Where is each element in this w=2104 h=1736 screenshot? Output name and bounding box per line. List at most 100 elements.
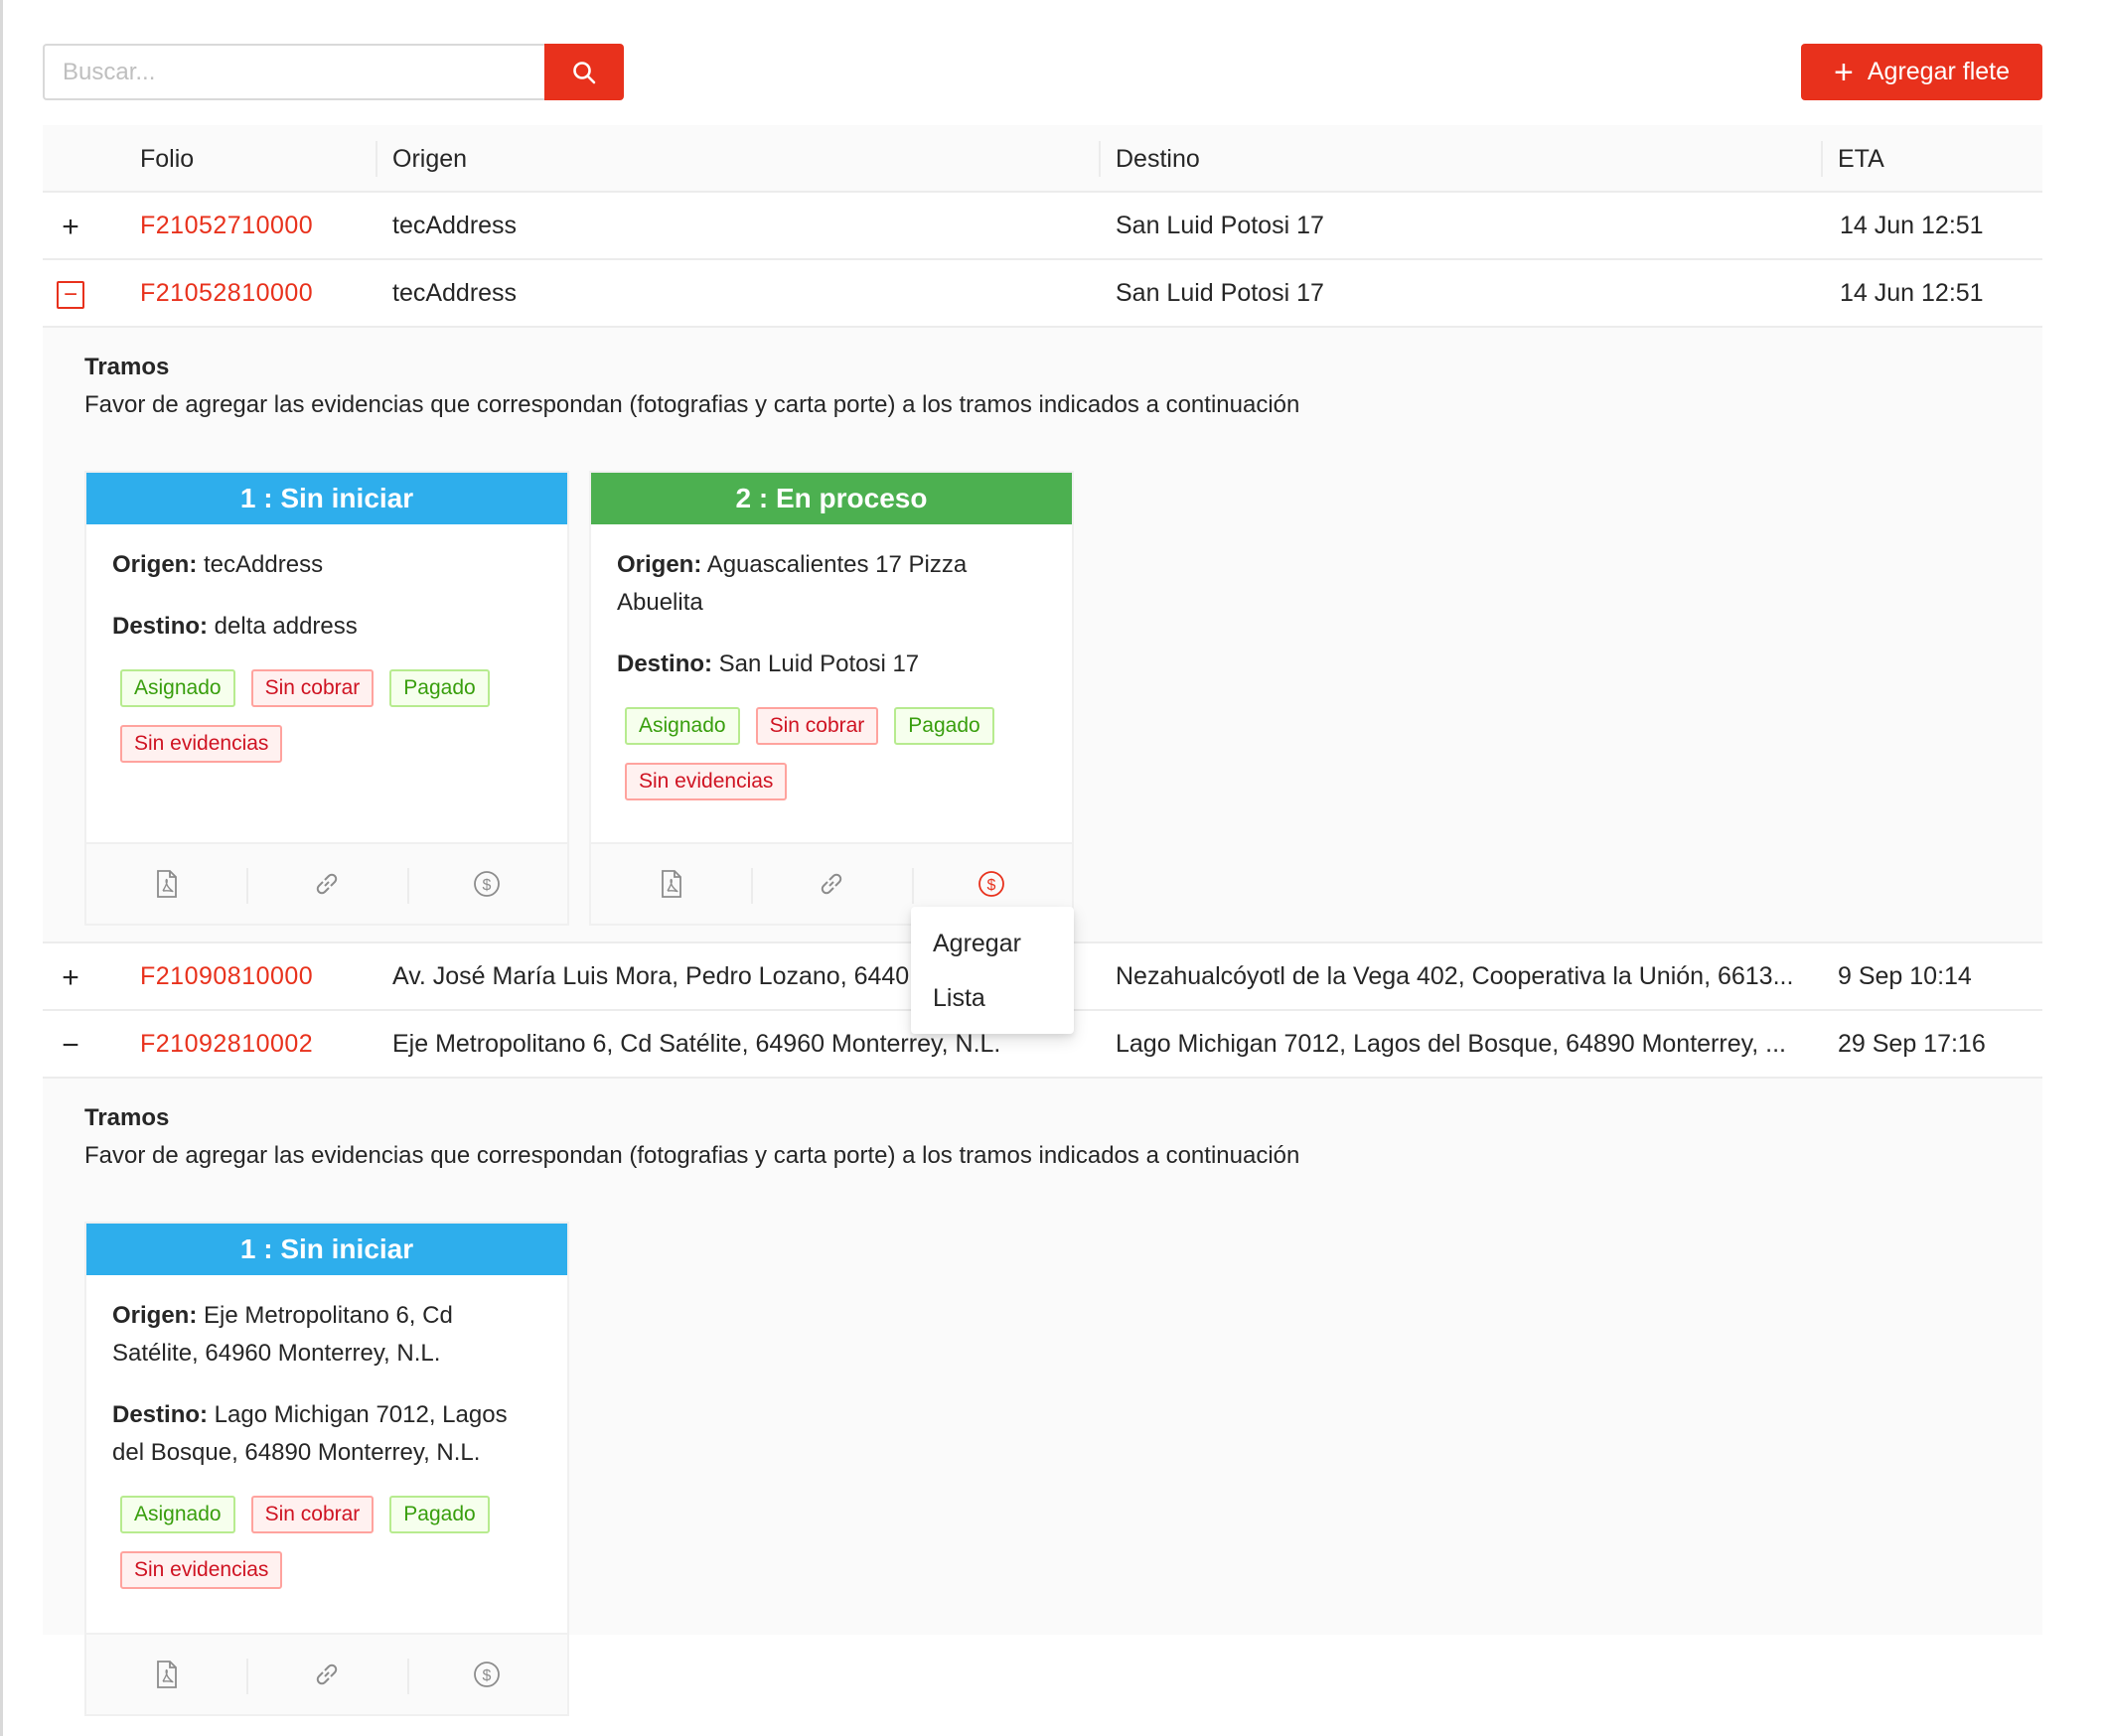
toolbar: + Agregar flete — [43, 44, 2042, 100]
destino-cell: San Luid Potosi 17 — [1116, 278, 1324, 307]
add-freight-label: Agregar flete — [1867, 58, 2010, 85]
tramo-destino: Destino: delta address — [112, 608, 541, 646]
pdf-file-icon — [156, 1661, 177, 1688]
origen-label: Origen: — [112, 1302, 198, 1329]
expanded-row-tramos: Tramos Favor de agregar las evidencias q… — [43, 328, 2042, 943]
payment-action[interactable]: $ — [406, 1635, 567, 1714]
destino-label: Destino: — [112, 1401, 208, 1428]
tramo-status-header: 2 : En proceso — [591, 473, 1072, 524]
column-header-eta[interactable]: ETA — [1838, 125, 1884, 193]
tramo-destino: Destino: Lago Michigan 7012, Lagos del B… — [112, 1396, 541, 1472]
tramos-title: Tramos — [84, 354, 170, 380]
table-row[interactable]: − F21052810000 tecAddress San Luid Potos… — [43, 260, 2042, 328]
column-divider — [1821, 141, 1823, 177]
origen-cell: tecAddress — [392, 278, 518, 307]
menu-item-agregar[interactable]: Agregar — [911, 917, 1074, 971]
link-action[interactable] — [751, 844, 911, 924]
tramo-status-header: 1 : Sin iniciar — [86, 1224, 567, 1275]
tramo-card: 1 : Sin iniciar Origen: tecAddress Desti… — [84, 471, 569, 926]
origen-label: Origen: — [112, 551, 198, 578]
tramo-card-body: Origen: Eje Metropolitano 6, Cd Satélite… — [86, 1275, 567, 1589]
status-tags: Asignado Sin cobrar Pagado Sin evidencia… — [112, 669, 541, 763]
eta-cell: 14 Jun 12:51 — [1840, 278, 1984, 307]
pdf-action[interactable] — [86, 844, 246, 924]
status-tags: Asignado Sin cobrar Pagado Sin evidencia… — [112, 1496, 541, 1589]
tag-sin-evidencias: Sin evidencias — [120, 725, 283, 763]
search-icon — [573, 61, 596, 83]
expanded-row-tramos: Tramos Favor de agregar las evidencias q… — [43, 1079, 2042, 1716]
tramo-origen: Origen: tecAddress — [112, 546, 541, 584]
tramos-description: Favor de agregar las evidencias que corr… — [84, 391, 1300, 418]
status-tags: Asignado Sin cobrar Pagado Sin evidencia… — [617, 707, 1046, 800]
tag-sin-cobrar: Sin cobrar — [250, 1496, 375, 1533]
folio-link[interactable]: F21052810000 — [140, 260, 369, 326]
svg-text:$: $ — [483, 877, 492, 894]
add-freight-button[interactable]: + Agregar flete — [1801, 44, 2042, 100]
origen-label: Origen: — [617, 551, 702, 578]
dollar-circle-icon: $ — [978, 871, 1005, 897]
pdf-action[interactable] — [86, 1635, 246, 1714]
link-action[interactable] — [246, 1635, 406, 1714]
tramos-description: Favor de agregar las evidencias que corr… — [84, 1142, 1300, 1169]
collapse-row-icon[interactable]: − — [57, 1031, 84, 1061]
tramo-card-body: Origen: Aguascalientes 17 Pizza Abuelita… — [591, 524, 1072, 800]
search-input[interactable] — [45, 46, 544, 98]
card-actions: $ — [86, 842, 567, 924]
origen-cell: tecAddress — [392, 211, 518, 239]
collapse-row-icon[interactable]: − — [57, 281, 84, 309]
column-header-destino[interactable]: Destino — [1116, 125, 1200, 193]
pdf-action[interactable] — [591, 844, 751, 924]
link-icon — [821, 873, 842, 895]
tramo-origen: Origen: Aguascalientes 17 Pizza Abuelita — [617, 546, 1046, 622]
payment-action[interactable]: $ — [406, 844, 567, 924]
tag-pagado: Pagado — [389, 669, 490, 707]
tag-asignado: Asignado — [625, 707, 740, 745]
eta-cell: 29 Sep 17:16 — [1838, 1029, 1986, 1058]
expand-row-icon[interactable]: + — [57, 963, 84, 993]
column-header-origen[interactable]: Origen — [392, 125, 467, 193]
window-left-edge — [0, 0, 3, 1736]
plus-icon: + — [1834, 53, 1854, 91]
column-divider — [1099, 141, 1101, 177]
destino-value: delta address — [214, 613, 358, 640]
folio-link[interactable]: F21092810002 — [140, 1011, 369, 1077]
search-button[interactable] — [544, 44, 624, 100]
link-action[interactable] — [246, 844, 406, 924]
expand-row-icon[interactable]: + — [57, 213, 84, 242]
destino-cell: Nezahualcóyotl de la Vega 402, Cooperati… — [1116, 961, 1794, 990]
tramos-title: Tramos — [84, 1104, 170, 1131]
tramo-origen: Origen: Eje Metropolitano 6, Cd Satélite… — [112, 1297, 541, 1373]
tag-asignado: Asignado — [120, 669, 235, 707]
tag-asignado: Asignado — [120, 1496, 235, 1533]
link-icon — [316, 1664, 338, 1685]
menu-item-lista[interactable]: Lista — [911, 971, 1074, 1026]
pdf-file-icon — [661, 870, 681, 898]
tag-pagado: Pagado — [389, 1496, 490, 1533]
tag-pagado: Pagado — [894, 707, 994, 745]
eta-cell: 14 Jun 12:51 — [1840, 211, 1984, 239]
pdf-file-icon — [156, 870, 177, 898]
destino-label: Destino: — [112, 613, 208, 640]
freight-table: Folio Origen Destino ETA + F21052710000 … — [43, 125, 2042, 1716]
dollar-circle-icon: $ — [474, 1662, 501, 1687]
search-box — [43, 44, 544, 100]
tramo-destino: Destino: San Luid Potosi 17 — [617, 646, 1046, 683]
table-header: Folio Origen Destino ETA — [43, 125, 2042, 193]
origen-value: tecAddress — [204, 551, 324, 578]
destino-value: San Luid Potosi 17 — [718, 651, 920, 677]
table-row[interactable]: + F21052710000 tecAddress San Luid Potos… — [43, 193, 2042, 260]
tramo-status-header: 1 : Sin iniciar — [86, 473, 567, 524]
eta-cell: 9 Sep 10:14 — [1838, 961, 1972, 990]
link-icon — [316, 873, 338, 895]
svg-text:$: $ — [987, 877, 996, 894]
payment-dropdown-menu: Agregar Lista — [911, 907, 1074, 1034]
tramo-card: 2 : En proceso Origen: Aguascalientes 17… — [589, 471, 1074, 926]
svg-text:$: $ — [483, 1667, 492, 1684]
tramo-card-body: Origen: tecAddress Destino: delta addres… — [86, 524, 567, 763]
tag-sin-evidencias: Sin evidencias — [120, 1551, 283, 1589]
column-header-folio[interactable]: Folio — [140, 125, 194, 193]
folio-link[interactable]: F21090810000 — [140, 943, 369, 1009]
dollar-circle-icon: $ — [474, 871, 501, 897]
card-actions: $ — [86, 1633, 567, 1714]
folio-link[interactable]: F21052710000 — [140, 193, 369, 258]
